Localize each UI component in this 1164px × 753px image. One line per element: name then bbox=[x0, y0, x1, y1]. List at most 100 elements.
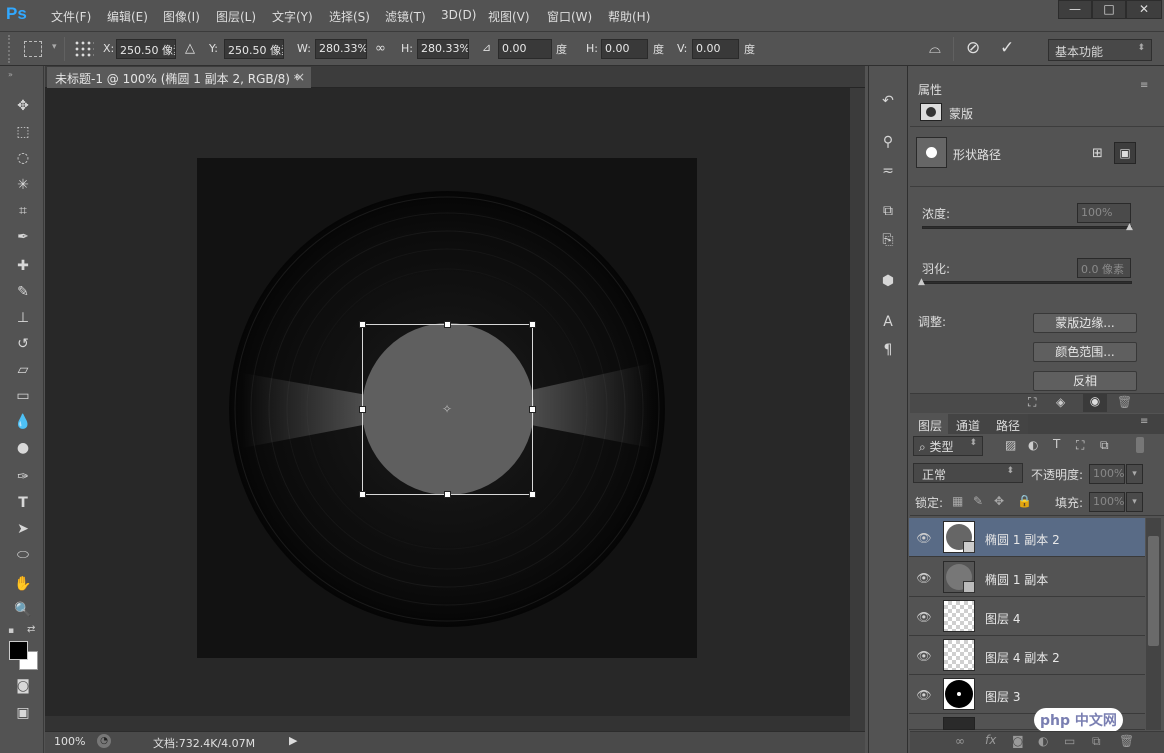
eye-icon[interactable]: 👁 bbox=[915, 688, 933, 702]
layer-name[interactable]: 图层 4 bbox=[985, 610, 1020, 627]
link-icon[interactable]: ∞ bbox=[375, 41, 386, 56]
blend-mode-select[interactable]: 正常 ⬍ bbox=[913, 463, 1023, 483]
layer-name[interactable]: 椭圆 1 副本 2 bbox=[985, 531, 1060, 548]
tab-properties[interactable]: 属性 bbox=[910, 78, 951, 98]
history-panel-icon[interactable]: ↶ bbox=[876, 90, 900, 112]
delete-mask-icon[interactable]: 🗑 bbox=[1117, 395, 1132, 409]
path-selection-tool-icon[interactable]: ➤ bbox=[10, 518, 36, 540]
filter-smart-object-icon[interactable]: ⧉ bbox=[1100, 438, 1109, 453]
handle-bottom[interactable] bbox=[444, 491, 451, 498]
color-range-button[interactable]: 颜色范围... bbox=[1033, 342, 1137, 362]
adjustments-icon[interactable]: ≂ bbox=[876, 160, 900, 182]
panel-menu-icon[interactable]: ≡ bbox=[1140, 80, 1148, 91]
vskew-field[interactable]: 0.00 bbox=[692, 39, 739, 59]
layer-name[interactable]: 椭圆 1 副本 bbox=[985, 571, 1048, 588]
add-mask-icon[interactable]: ◙ bbox=[1012, 734, 1024, 748]
handle-top[interactable] bbox=[444, 321, 451, 328]
clone-stamp-tool-icon[interactable]: ⊥ bbox=[10, 307, 36, 329]
lock-image-icon[interactable]: ✎ bbox=[973, 494, 983, 508]
history-brush-tool-icon[interactable]: ↺ bbox=[10, 333, 36, 355]
status-info-icon[interactable]: ◔ bbox=[97, 734, 111, 748]
relative-position-icon[interactable]: △ bbox=[185, 41, 195, 56]
density-slider[interactable] bbox=[922, 226, 1132, 229]
commit-transform-icon[interactable]: ✓ bbox=[1000, 38, 1014, 58]
minimize-button[interactable]: — bbox=[1058, 0, 1092, 19]
move-tool-icon[interactable]: ✥ bbox=[10, 95, 36, 117]
feather-slider-thumb[interactable]: ▲ bbox=[918, 277, 925, 287]
new-group-icon[interactable]: ▭ bbox=[1064, 734, 1075, 748]
handle-top-right[interactable] bbox=[529, 321, 536, 328]
apply-mask-icon[interactable]: ◈ bbox=[1056, 395, 1065, 409]
layers-scrollbar[interactable] bbox=[1146, 518, 1161, 730]
layer-name[interactable]: 图层 4 副本 2 bbox=[985, 649, 1060, 666]
status-menu-arrow-icon[interactable]: ▶ bbox=[289, 734, 297, 747]
menu-image[interactable]: 图像(I) bbox=[163, 8, 200, 25]
warp-mode-icon[interactable]: ⌓ bbox=[929, 39, 941, 57]
tab-layers[interactable]: 图层 bbox=[910, 414, 951, 434]
pen-tool-icon[interactable]: ✑ bbox=[10, 466, 36, 488]
density-slider-thumb[interactable]: ▲ bbox=[1126, 222, 1133, 232]
visibility-mask-icon[interactable]: ◉ bbox=[1083, 394, 1107, 412]
menu-window[interactable]: 窗口(W) bbox=[547, 8, 592, 25]
workspace-select[interactable]: 基本功能 ⬍ bbox=[1048, 39, 1152, 61]
menu-select[interactable]: 选择(S) bbox=[329, 8, 370, 25]
close-window-button[interactable]: ✕ bbox=[1126, 0, 1162, 19]
foreground-color-swatch[interactable] bbox=[9, 641, 28, 660]
add-pixel-mask-icon[interactable]: ⊞ bbox=[1092, 146, 1103, 161]
lock-transparent-icon[interactable]: ▦ bbox=[952, 494, 963, 508]
tool-preset-chevron-icon[interactable]: ▾ bbox=[52, 42, 57, 52]
add-vector-mask-icon[interactable]: ▣ bbox=[1114, 142, 1136, 164]
eye-icon[interactable]: 👁 bbox=[915, 571, 933, 585]
handle-top-left[interactable] bbox=[359, 321, 366, 328]
default-colors-icon[interactable]: ▪ bbox=[8, 626, 14, 636]
options-grip[interactable] bbox=[8, 35, 14, 63]
magic-wand-tool-icon[interactable]: ✳ bbox=[10, 174, 36, 196]
layer-name[interactable]: 图层 3 bbox=[985, 688, 1020, 705]
brush-presets-icon[interactable]: ⚲ bbox=[876, 131, 900, 153]
marquee-tool-icon[interactable]: ⬚ bbox=[10, 121, 36, 143]
handle-left[interactable] bbox=[359, 406, 366, 413]
filter-toggle[interactable] bbox=[1136, 437, 1144, 453]
document-tab[interactable]: 未标题-1 @ 100% (椭圆 1 副本 2, RGB/8) * × bbox=[47, 67, 311, 88]
x-field[interactable]: 250.50 像素 bbox=[116, 39, 176, 59]
menu-edit[interactable]: 编辑(E) bbox=[107, 8, 148, 25]
handle-right[interactable] bbox=[529, 406, 536, 413]
layers-menu-icon[interactable]: ≡ bbox=[1140, 416, 1148, 427]
ellipse-tool-icon[interactable]: ⬭ bbox=[10, 544, 36, 566]
new-fill-layer-icon[interactable]: ◐ bbox=[1038, 734, 1048, 748]
3d-panel-icon[interactable]: ⬢ bbox=[876, 270, 900, 292]
lock-position-icon[interactable]: ✥ bbox=[994, 494, 1004, 508]
hskew-field[interactable]: 0.00 bbox=[601, 39, 648, 59]
horizontal-scrollbar[interactable] bbox=[45, 716, 850, 731]
close-tab-icon[interactable]: × bbox=[295, 70, 305, 84]
tab-paths[interactable]: 路径 bbox=[988, 414, 1029, 434]
clone-source-icon[interactable]: ⧉ bbox=[876, 200, 900, 222]
height-field[interactable]: 280.33% bbox=[417, 39, 469, 59]
eye-icon[interactable]: 👁 bbox=[915, 610, 933, 624]
angle-field[interactable]: 0.00 bbox=[498, 39, 552, 59]
link-layers-icon[interactable]: ∞ bbox=[955, 734, 965, 748]
transform-center-icon[interactable]: ✧ bbox=[442, 402, 452, 416]
handle-bottom-right[interactable] bbox=[529, 491, 536, 498]
menu-3d[interactable]: 3D(D) bbox=[441, 8, 476, 22]
crop-tool-icon[interactable]: ⌗ bbox=[10, 200, 36, 222]
menu-help[interactable]: 帮助(H) bbox=[608, 8, 650, 25]
lasso-tool-icon[interactable]: ◌ bbox=[10, 147, 36, 169]
tool-presets-icon[interactable]: ⎘ bbox=[876, 229, 900, 251]
feather-field[interactable]: 0.0 像素 bbox=[1077, 258, 1131, 278]
eye-icon[interactable]: 👁 bbox=[915, 649, 933, 663]
filter-shape-icon[interactable]: ⛶ bbox=[1076, 438, 1084, 453]
brush-tool-icon[interactable]: ✎ bbox=[10, 281, 36, 303]
density-field[interactable]: 100% bbox=[1077, 203, 1131, 223]
screen-mode-icon[interactable]: ▣ bbox=[10, 702, 36, 724]
layer-style-icon[interactable]: fx bbox=[985, 733, 996, 747]
zoom-level[interactable]: 100% bbox=[54, 735, 85, 748]
gradient-tool-icon[interactable]: ▭ bbox=[10, 385, 36, 407]
paragraph-panel-icon[interactable]: ¶ bbox=[876, 339, 900, 361]
lock-all-icon[interactable]: 🔒 bbox=[1017, 494, 1032, 508]
toolbar-collapse-icon[interactable]: » bbox=[8, 70, 13, 79]
blur-tool-icon[interactable]: 💧 bbox=[10, 411, 36, 433]
eyedropper-tool-icon[interactable]: ✒ bbox=[10, 226, 36, 248]
hand-tool-icon[interactable]: ✋ bbox=[10, 573, 36, 595]
fill-dropdown-icon[interactable]: ▾ bbox=[1126, 492, 1143, 512]
